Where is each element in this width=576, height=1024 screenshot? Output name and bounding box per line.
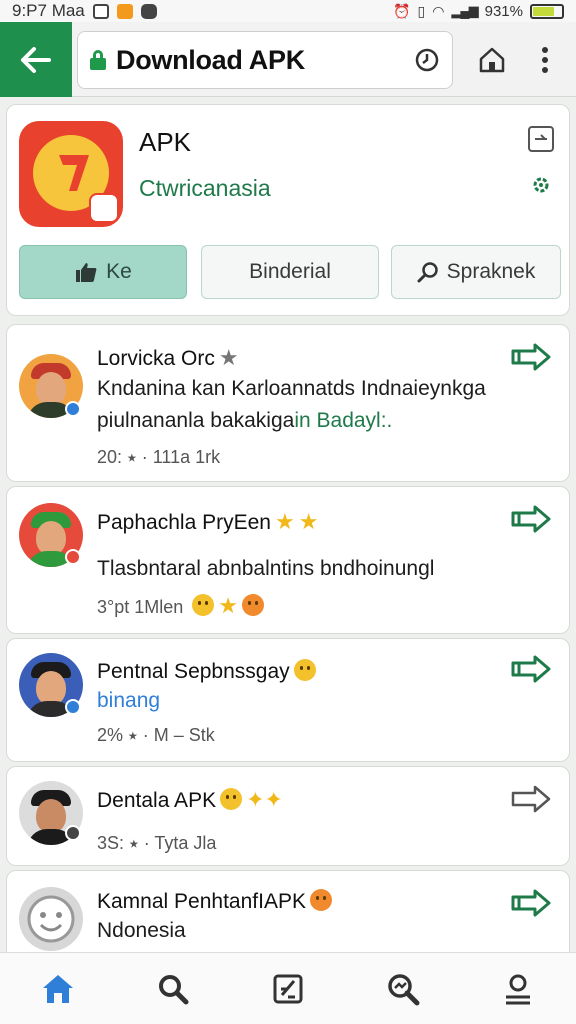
clock-icon[interactable]	[414, 47, 440, 73]
battery-percent: 931%	[484, 2, 523, 20]
app-card: APK Ctwricanasia Ke Binderial Spraknek	[6, 104, 570, 316]
nav-home[interactable]	[28, 959, 88, 1019]
alarm-icon: ⏰	[393, 2, 411, 19]
feed-item-meta: 3°pt 1Mlen ★	[97, 593, 264, 619]
bottom-nav	[0, 952, 576, 1024]
detail-label: Binderial	[249, 260, 331, 283]
url-bar[interactable]: Download APK	[77, 31, 453, 89]
avatar	[19, 887, 83, 951]
feed-item[interactable]: Dentala APK ✦✦ 3S: ⭑ · Tyta Jla	[6, 766, 570, 866]
battery-icon	[530, 3, 564, 19]
feed-item-name: Dentala APK ✦✦	[97, 787, 283, 812]
app-notification-icon	[116, 3, 133, 19]
flag-icon[interactable]	[527, 125, 555, 153]
avatar-badge-icon	[65, 549, 81, 565]
page-title: Download APK	[116, 44, 305, 75]
trending-search-icon	[388, 973, 420, 1005]
feed-item-meta: 2% ⭑ · M – Stk	[97, 725, 215, 745]
detail-button[interactable]: Binderial	[201, 245, 379, 299]
feed-item-name: Pentnal Sepbnssgay	[97, 659, 316, 684]
feed-item-name: Lorvicka Orc ★	[97, 345, 239, 370]
smile-emoji-icon	[192, 594, 215, 616]
nav-trending[interactable]	[373, 959, 433, 1019]
share-arrow-icon[interactable]	[509, 889, 553, 917]
edit-icon	[273, 974, 303, 1003]
feed-item-name: Kamnal PenhtanfIAPK	[97, 889, 332, 914]
share-arrow-icon[interactable]	[509, 505, 553, 533]
notification-icon	[92, 3, 109, 19]
profile-icon	[506, 974, 531, 1004]
verified-badge-icon	[65, 401, 81, 417]
app-subtitle: Ctwricanasia	[139, 175, 271, 201]
feed-item-name: Paphachla PryEen ★ ★	[97, 509, 319, 534]
grin-emoji-icon	[220, 788, 243, 810]
feed-item-meta: 3S: ⭑ · Tyta Jla	[97, 833, 217, 853]
feed-item-text: binang	[97, 689, 161, 712]
feed-item-text: Kndanina kan Karloannatds Indnaieynkga	[97, 377, 486, 400]
vibrate-icon: ▯	[417, 2, 426, 19]
like-label: Ke	[106, 260, 132, 283]
avatar-badge-icon	[65, 825, 81, 841]
search-nav-icon	[158, 974, 189, 1004]
more-vert-icon	[542, 46, 548, 73]
smile-emoji-icon	[293, 659, 316, 681]
feed-item-text-2: piulnananla bakakigain Badayl:.	[97, 409, 393, 432]
share-arrow-icon[interactable]	[509, 655, 553, 683]
feed-item[interactable]: Lorvicka Orc ★ Kndanina kan Karloannatds …	[6, 324, 570, 482]
feed-item-text: Ndonesia	[97, 919, 186, 942]
like-button[interactable]: Ke	[19, 245, 187, 299]
status-time: 9:P7 Maa	[12, 1, 85, 20]
share-arrow-icon[interactable]	[509, 343, 553, 371]
lock-icon	[90, 50, 106, 70]
wifi-icon: ◠	[432, 2, 445, 19]
feed-item[interactable]: Kamnal PenhtanfIAPK Ndonesia	[6, 870, 570, 952]
back-arrow-icon	[21, 46, 51, 73]
home-nav-icon	[42, 974, 73, 1003]
nav-search[interactable]	[143, 959, 203, 1019]
camera-notification-icon	[140, 3, 157, 19]
verified-badge-icon	[65, 699, 81, 715]
feed-item[interactable]: Pentnal Sepbnssgay binang 2% ⭑ · M – Stk	[6, 638, 570, 762]
browser-toolbar: Download APK	[0, 22, 576, 97]
app-logo	[19, 121, 123, 227]
back-button[interactable]	[0, 22, 72, 97]
signal-icon: ▂▄▆	[451, 3, 478, 18]
nav-edit[interactable]	[258, 959, 318, 1019]
feed-item[interactable]: Paphachla PryEen ★ ★ Tlasbntaral abnbalnti…	[6, 486, 570, 634]
thumbs-up-icon	[76, 263, 97, 282]
search-label: Spraknek	[446, 260, 536, 283]
feed-item-meta: 20: ⭑ · 111a 1rk	[97, 447, 221, 467]
app-name: APK	[139, 127, 192, 157]
nav-profile[interactable]	[488, 959, 548, 1019]
grin-emoji-icon	[242, 594, 264, 616]
search-button[interactable]: Spraknek	[391, 245, 561, 299]
share-arrow-icon[interactable]	[509, 785, 553, 813]
feed-item-text: Tlasbntaral abnbalntins bndhoinungl	[97, 557, 435, 580]
more-button[interactable]	[528, 22, 562, 97]
search-icon	[417, 262, 438, 283]
home-icon	[479, 47, 505, 72]
settings-icon[interactable]	[529, 173, 553, 197]
status-bar: 9:P7 Maa ⏰ ▯ ◠ ▂▄▆ 931%	[0, 0, 576, 22]
home-button[interactable]	[470, 22, 514, 97]
grin-emoji-icon	[309, 889, 332, 911]
